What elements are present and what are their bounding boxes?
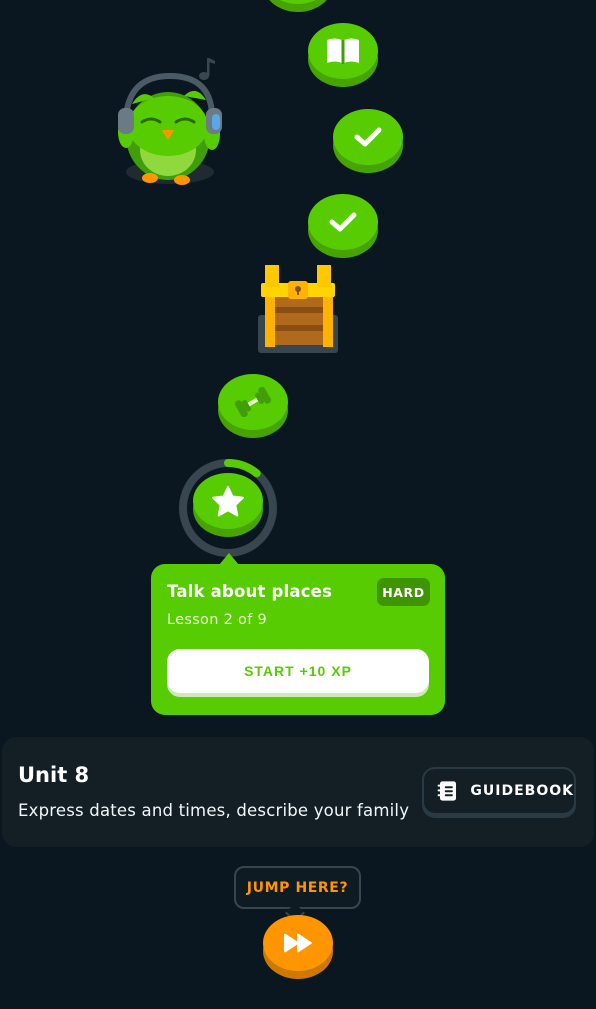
guidebook-button[interactable]: GUIDEBOOK — [422, 767, 576, 815]
difficulty-badge: HARD — [377, 578, 430, 606]
duo-owl-illustration — [112, 54, 227, 189]
check-icon — [329, 212, 357, 232]
lesson-popup: Talk about places HARD Lesson 2 of 9 STA… — [151, 564, 445, 715]
treasure-chest[interactable] — [257, 263, 339, 355]
current-lesson-node[interactable] — [193, 473, 263, 537]
jump-here-button[interactable] — [263, 915, 333, 979]
lesson-title: Talk about places — [167, 582, 333, 601]
dumbbell-icon — [234, 387, 272, 417]
check-icon — [354, 127, 382, 147]
lesson-node-partial[interactable] — [263, 0, 333, 12]
music-note-icon — [199, 58, 215, 80]
guidebook-label: GUIDEBOOK — [470, 783, 574, 799]
completed-lesson-node[interactable] — [308, 194, 378, 258]
unit-header-card: Unit 8 Express dates and times, describe… — [2, 737, 594, 847]
lesson-progress-text: Lesson 2 of 9 — [167, 612, 268, 628]
star-icon — [212, 486, 244, 517]
unit-description: Express dates and times, describe your f… — [18, 801, 410, 820]
treasure-chest-icon — [258, 265, 338, 353]
completed-lesson-node[interactable] — [333, 109, 403, 173]
book-icon — [327, 38, 359, 64]
fast-forward-icon — [284, 933, 312, 953]
practice-node[interactable] — [218, 374, 288, 438]
story-node[interactable] — [308, 23, 378, 87]
notebook-icon — [437, 781, 457, 801]
jump-here-tooltip: JUMP HERE? — [234, 866, 361, 909]
unit-title: Unit 8 — [18, 763, 90, 787]
start-lesson-button[interactable]: START +10 XP — [167, 649, 429, 693]
